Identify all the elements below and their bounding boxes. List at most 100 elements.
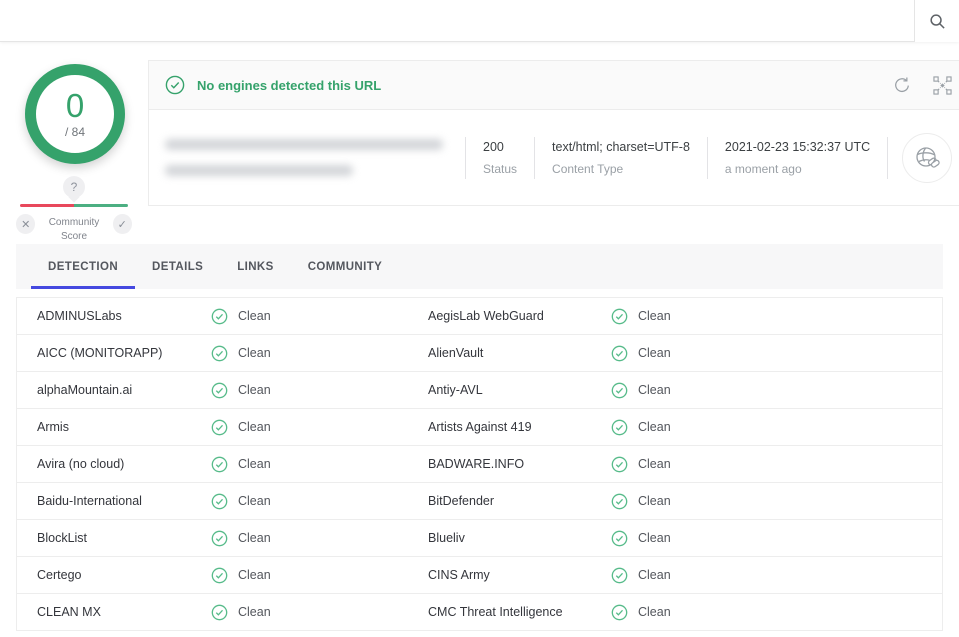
engine-status: Clean [611,345,942,362]
engine-status: Clean [211,604,428,621]
engine-status: Clean [211,493,428,510]
clean-check-icon [211,419,228,436]
tab-details[interactable]: DETAILS [135,244,220,289]
url-redacted-line-1 [165,139,443,150]
table-row: ADMINUSLabs Clean AegisLab WebGuard Clea… [17,298,942,335]
clean-label: Clean [638,383,671,397]
engine-status: Clean [611,456,942,473]
url-redacted-line-2 [165,165,353,176]
engine-status: Clean [611,382,942,399]
engine-name: AlienVault [428,346,611,360]
engine-name: Baidu-International [17,494,211,508]
engine-name: AICC (MONITORAPP) [17,346,211,360]
engine-name: CMC Threat Intelligence [428,605,611,619]
engines-total: / 84 [65,125,85,139]
table-row: alphaMountain.ai Clean Antiy-AVL Clean [17,372,942,409]
engine-name: Artists Against 419 [428,420,611,434]
clean-check-icon [211,345,228,362]
divider [887,137,888,179]
tab-links[interactable]: LINKS [220,244,291,289]
engine-status: Clean [611,419,942,436]
graph-icon [933,76,952,95]
clean-check-icon [211,567,228,584]
clean-check-icon [611,604,628,621]
verdict-banner: No engines detected this URL [149,61,959,110]
search-icon [929,13,946,30]
summary-panel: No engines detected this URL [148,60,959,206]
clean-label: Clean [238,383,271,397]
engine-status: Clean [211,419,428,436]
status-code: 200 [483,140,517,154]
clean-label: Clean [238,494,271,508]
table-row: AICC (MONITORAPP) Clean AlienVault Clean [17,335,942,372]
search-button[interactable] [914,0,959,42]
engine-status: Clean [611,308,942,325]
engine-name: Avira (no cloud) [17,457,211,471]
reanalyze-button[interactable] [893,76,911,94]
community-score-bar [20,204,128,207]
analysis-relative-time: a moment ago [725,162,870,176]
url-info-row: 200 Status text/html; charset=UTF-8 Cont… [149,110,959,205]
vote-down-button[interactable]: ✕ [16,214,35,234]
clean-label: Clean [638,457,671,471]
clean-check-icon [611,345,628,362]
engine-name: ADMINUSLabs [17,309,211,323]
tab-detection[interactable]: DETECTION [31,244,135,289]
community-score-widget: ? ✕ Community Score ✓ [16,176,132,243]
clean-check-icon [211,604,228,621]
engine-name: alphaMountain.ai [17,383,211,397]
report-tabs: DETECTION DETAILS LINKS COMMUNITY [16,244,943,289]
engine-status: Clean [611,567,942,584]
engine-name: BlockList [17,531,211,545]
clean-label: Clean [238,568,271,582]
engine-name: CINS Army [428,568,611,582]
content-type-label: Content Type [552,162,690,176]
clean-check-icon [611,530,628,547]
clean-check-icon [211,456,228,473]
graph-button[interactable] [933,76,952,95]
reanalyze-icon [893,76,911,94]
detection-table: ADMINUSLabs Clean AegisLab WebGuard Clea… [16,297,943,631]
community-help-icon[interactable]: ? [63,176,85,198]
engine-name: Blueliv [428,531,611,545]
table-row: Avira (no cloud) Clean BADWARE.INFO Clea… [17,446,942,483]
url-type-badge[interactable] [902,133,952,183]
table-row: CLEAN MX Clean CMC Threat Intelligence C… [17,594,942,631]
status-stat: 200 Status [466,140,534,176]
detection-score-ring: 0 / 84 [25,64,125,164]
engine-status: Clean [211,382,428,399]
clean-check-icon [611,382,628,399]
engine-name: BitDefender [428,494,611,508]
clean-label: Clean [238,309,271,323]
engine-name: Antiy-AVL [428,383,611,397]
clean-check-icon [211,530,228,547]
engine-status: Clean [211,530,428,547]
clean-check-icon [211,493,228,510]
http-stats: 200 Status text/html; charset=UTF-8 Cont… [465,137,888,179]
engine-status: Clean [211,345,428,362]
community-score-label: Community Score [35,214,112,243]
table-row: Armis Clean Artists Against 419 Clean [17,409,942,446]
engine-status: Clean [211,456,428,473]
tab-community[interactable]: COMMUNITY [291,244,400,289]
engine-name: Armis [17,420,211,434]
score-bar-positive [74,204,128,207]
clean-label: Clean [238,457,271,471]
table-row: Baidu-International Clean BitDefender Cl… [17,483,942,520]
clean-check-icon [611,567,628,584]
clean-label: Clean [638,531,671,545]
content-type-value: text/html; charset=UTF-8 [552,140,690,154]
clean-check-icon [211,382,228,399]
verdict-message: No engines detected this URL [197,78,893,93]
clean-verdict-icon [165,75,185,95]
engine-name: AegisLab WebGuard [428,309,611,323]
detections-count: 0 [66,89,84,122]
engine-name: BADWARE.INFO [428,457,611,471]
clean-label: Clean [638,420,671,434]
clean-label: Clean [638,309,671,323]
analysis-date: 2021-02-23 15:32:37 UTC [725,140,870,154]
scanned-url-block [165,139,465,176]
clean-label: Clean [238,531,271,545]
engine-status: Clean [611,530,942,547]
vote-up-button[interactable]: ✓ [113,214,132,234]
